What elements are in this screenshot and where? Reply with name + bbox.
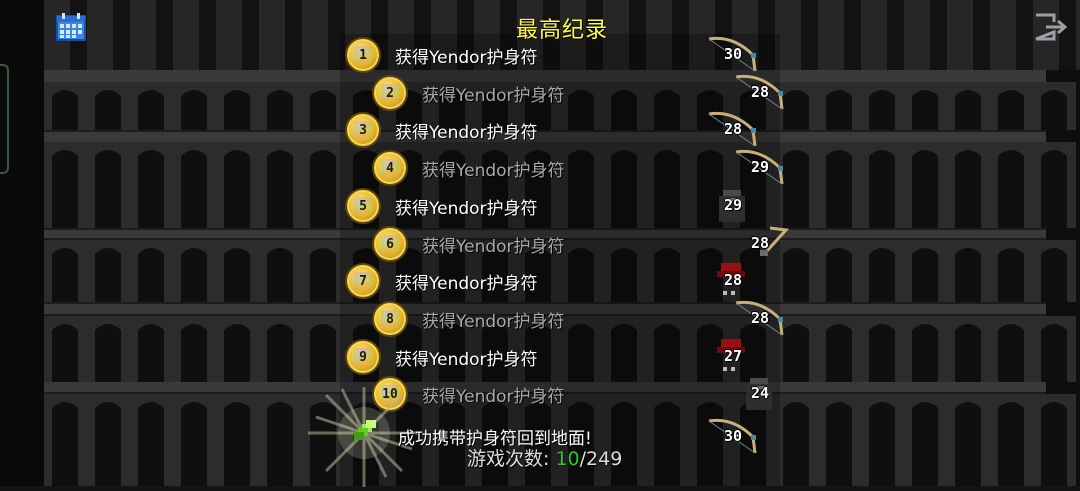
rank-badge-icon: 7 (345, 263, 381, 299)
hero-level-value: 28 (723, 271, 743, 289)
record-description: 获得Yendor护身符 (395, 349, 538, 370)
exit-icon[interactable] (1034, 13, 1070, 45)
rank-number: 5 (359, 198, 367, 214)
calendar-icon[interactable] (56, 13, 86, 45)
record-row[interactable]: 4 获得Yendor护身符 (372, 150, 565, 186)
rank-number: 8 (386, 311, 394, 327)
rank-badge-icon: 8 (372, 301, 408, 337)
rank-badge-icon: 2 (372, 75, 408, 111)
games-played-label: 游戏次数: (467, 448, 550, 470)
hero-level-value: 30 (723, 427, 743, 445)
hero-level-rogue-dagger-icon: 28 (730, 224, 790, 262)
record-row[interactable]: 6 获得Yendor护身符 (372, 226, 565, 262)
record-description: 获得Yendor护身符 (395, 198, 538, 219)
record-description: 获得Yendor护身符 (422, 236, 565, 257)
record-description: 获得Yendor护身符 (422, 160, 565, 181)
rank-badge-icon: 9 (345, 339, 381, 375)
rank-badge-icon: 6 (372, 226, 408, 262)
record-row[interactable]: 2 获得Yendor护身符 (372, 75, 565, 111)
hero-level-value: 28 (723, 120, 743, 138)
record-row[interactable]: 1 获得Yendor护身符 (345, 37, 538, 73)
rank-number: 4 (386, 160, 394, 176)
hero-level-huntress-bow-icon: 30 (703, 35, 763, 73)
hero-level-value: 28 (750, 83, 770, 101)
hero-level-value: 30 (723, 45, 743, 63)
rank-number: 6 (386, 236, 394, 252)
record-description: 获得Yendor护身符 (422, 386, 565, 407)
green-gem-icon (352, 420, 382, 448)
page-title: 最高纪录 (515, 18, 608, 43)
rank-number: 3 (359, 122, 367, 138)
record-row[interactable]: 8 获得Yendor护身符 (372, 301, 565, 337)
rank-number: 1 (359, 47, 367, 63)
hero-level-value: 29 (723, 196, 743, 214)
rank-number: 2 (386, 85, 394, 101)
record-description: 获得Yendor护身符 (395, 273, 538, 294)
hero-level-value: 27 (723, 347, 743, 365)
hero-level-value: 28 (750, 234, 770, 252)
rank-number: 9 (359, 349, 367, 365)
games-played-counter: 游戏次数: 10/249 (467, 444, 622, 471)
hero-level-value: 24 (750, 384, 770, 402)
hero-level-mage-hat-icon: 28 (703, 261, 763, 299)
side-panel-tab[interactable] (0, 64, 9, 174)
games-played-total: /249 (579, 448, 623, 470)
hero-level-value: 29 (750, 158, 770, 176)
hero-level-huntress-bow-icon: 29 (730, 148, 790, 186)
hero-level-warrior-helmet-icon: 29 (703, 186, 763, 224)
hero-level-value: 28 (750, 309, 770, 327)
hero-level-mage-hat-icon: 27 (703, 337, 763, 375)
record-description: 获得Yendor护身符 (422, 311, 565, 332)
hero-level-huntress-bow-icon: 28 (730, 73, 790, 111)
rank-number: 7 (359, 273, 367, 289)
record-row[interactable]: 7 获得Yendor护身符 (345, 263, 538, 299)
games-played-current: 10 (555, 448, 580, 470)
rank-badge-icon: 1 (345, 37, 381, 73)
hero-level-huntress-bow-icon: 28 (703, 110, 763, 148)
rank-badge-icon: 3 (345, 112, 381, 148)
rank-badge-icon: 5 (345, 188, 381, 224)
record-description: 获得Yendor护身符 (422, 85, 565, 106)
hero-level-warrior-helmet-icon: 24 (730, 374, 790, 412)
record-description: 获得Yendor护身符 (395, 122, 538, 143)
latest-run-level: 30 (703, 417, 763, 455)
record-row[interactable]: 9 获得Yendor护身符 (345, 339, 538, 375)
rank-badge-icon: 4 (372, 150, 408, 186)
record-row[interactable]: 3 获得Yendor护身符 (345, 112, 538, 148)
record-description: 获得Yendor护身符 (395, 47, 538, 68)
hero-level-huntress-bow-icon: 28 (730, 299, 790, 337)
record-row[interactable]: 5 获得Yendor护身符 (345, 188, 538, 224)
